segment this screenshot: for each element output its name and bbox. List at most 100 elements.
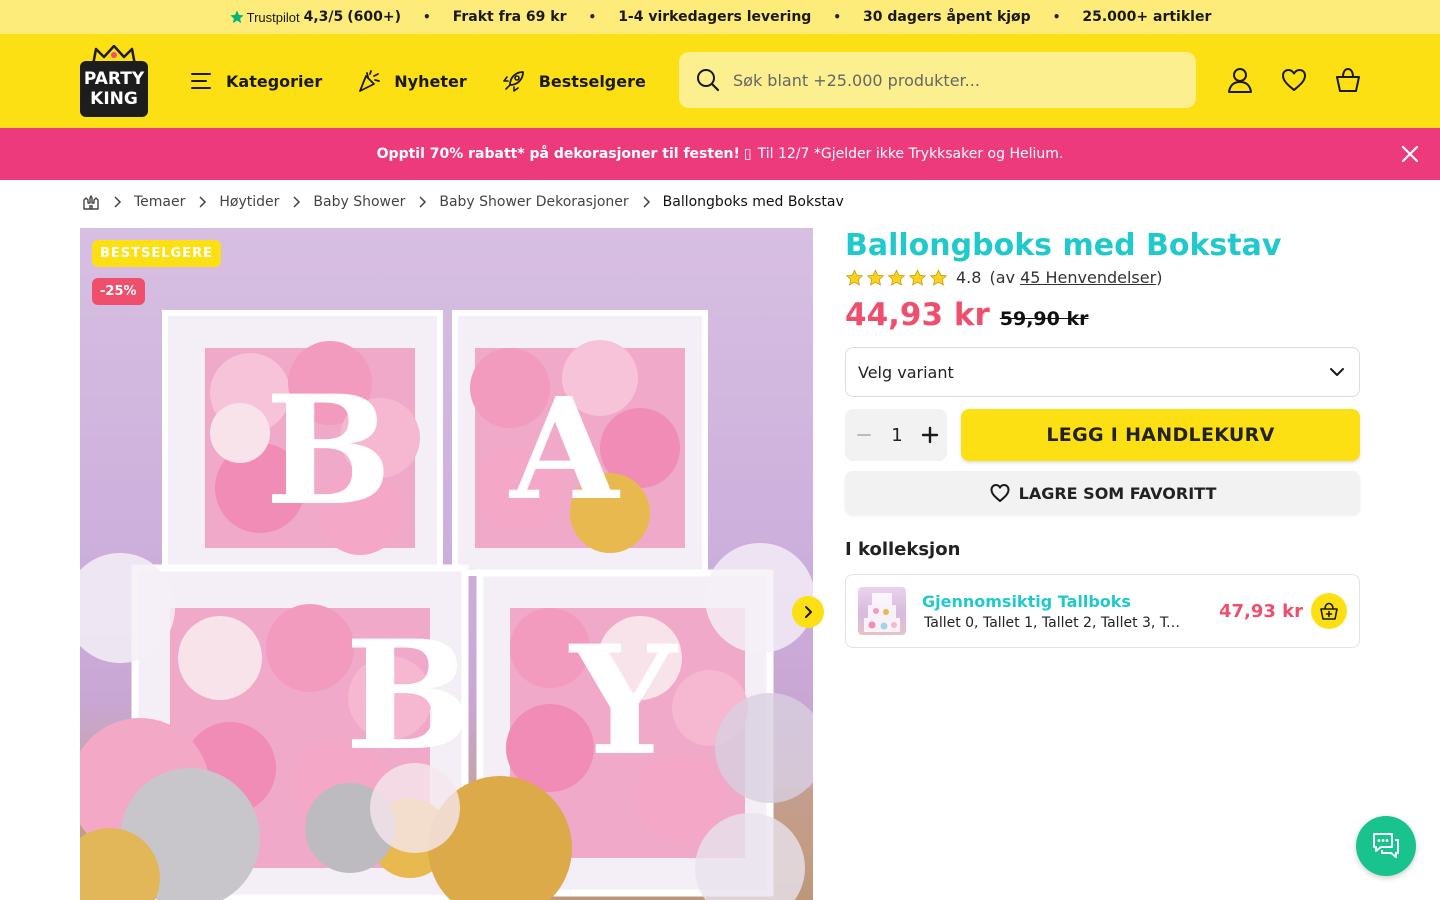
- product-title: Ballongboks med Bokstav: [845, 228, 1282, 263]
- separator-dot: •: [1052, 10, 1061, 24]
- old-price: 59,90 kr: [999, 308, 1089, 330]
- star-icon: [887, 269, 906, 286]
- save-favorite-button[interactable]: LAGRE SOM FAVORITT: [845, 471, 1360, 515]
- usp-returns: 30 dagers åpent kjøp: [863, 9, 1031, 25]
- nav-bestselgere[interactable]: Bestselgere: [501, 68, 646, 94]
- breadcrumb: Temaer Høytider Baby Shower Baby Shower …: [82, 193, 844, 211]
- collection-item[interactable]: Gjennomsiktig Tallboks Tallet 0, Tallet …: [845, 574, 1360, 648]
- variant-select[interactable]: Velg variant: [845, 347, 1360, 397]
- castle-icon[interactable]: [82, 193, 100, 211]
- chat-icon: [1373, 833, 1399, 858]
- collection-item-thumbnail: [858, 587, 906, 635]
- chevron-right-icon: [199, 196, 207, 208]
- menu-icon: [191, 73, 211, 89]
- confetti-icon: [359, 70, 381, 92]
- search-bar: [679, 52, 1196, 108]
- top-info-bar: Trustpilot 4,3/5 (600+) • Frakt fra 69 k…: [0, 0, 1440, 34]
- reviews-link[interactable]: 45 Henvendelser: [1020, 268, 1156, 287]
- promo-text: Til 12/7 *Gjelder ikke Trykksaker og Hel…: [757, 146, 1064, 162]
- breadcrumb-hoytider[interactable]: Høytider: [219, 194, 279, 210]
- party-king-logo[interactable]: PARTY KING: [80, 45, 148, 117]
- nav-nyheter-label: Nyheter: [394, 71, 467, 91]
- balloon-box-photo: B A B Y: [80, 310, 813, 900]
- nav-nyheter[interactable]: Nyheter: [356, 68, 467, 94]
- site-header: PARTY KING Kategorier Nyheter Bestselger…: [0, 34, 1440, 128]
- add-to-cart-button[interactable]: LEGG I HANDLEKURV: [961, 409, 1360, 461]
- product-image[interactable]: B A B Y BESTSELGERE -25%: [80, 228, 813, 900]
- collection-item-name[interactable]: Gjennomsiktig Tallboks: [922, 592, 1184, 611]
- breadcrumb-baby-shower[interactable]: Baby Shower: [313, 194, 405, 210]
- logo-line-2: KING: [90, 89, 138, 109]
- separator-dot: •: [423, 10, 431, 24]
- trustpilot-score: 4,3/5: [303, 9, 344, 25]
- close-icon[interactable]: [1398, 142, 1422, 166]
- chevron-down-icon: [1330, 368, 1344, 376]
- header-actions: [1224, 64, 1364, 96]
- account-button[interactable]: [1224, 64, 1256, 96]
- letter-b1: B: [265, 363, 392, 539]
- breadcrumb-temaer[interactable]: Temaer: [134, 194, 185, 210]
- collection-item-variants: Tallet 0, Tallet 1, Tallet 2, Tallet 3, …: [924, 614, 1184, 631]
- user-icon: [1228, 68, 1252, 93]
- letter-a: A: [508, 368, 621, 532]
- heart-icon: [1282, 69, 1306, 91]
- collection-item-price: 47,93 kr: [1218, 601, 1303, 622]
- collection-item-text: Gjennomsiktig Tallboks Tallet 0, Tallet …: [922, 592, 1184, 631]
- quantity-value[interactable]: 1: [891, 425, 902, 446]
- product-rating: 4.8 (av 45 Henvendelser): [845, 268, 1360, 287]
- rating-prefix: (av: [989, 268, 1015, 287]
- collection-add-to-cart-button[interactable]: [1311, 593, 1347, 629]
- save-favorite-label: LAGRE SOM FAVORITT: [1018, 483, 1217, 503]
- nav-kategorier[interactable]: Kategorier: [188, 68, 322, 94]
- favorites-button[interactable]: [1278, 64, 1310, 96]
- rating-suffix: ): [1156, 268, 1163, 287]
- collection-title: I kolleksjon: [845, 539, 961, 560]
- logo-line-1: PARTY: [83, 69, 145, 89]
- breadcrumb-current: Ballongboks med Bokstav: [662, 194, 844, 210]
- nav-kategorier-label: Kategorier: [226, 71, 323, 91]
- plus-icon: [921, 426, 939, 444]
- quantity-decrease-button[interactable]: [853, 424, 875, 446]
- trustpilot-logo: Trustpilot: [229, 9, 300, 25]
- star-icon: [929, 269, 948, 286]
- separator-dot: •: [588, 10, 597, 24]
- promo-banner: Opptil 70% rabatt* på dekorasjoner til f…: [0, 128, 1440, 180]
- letter-b2: B: [345, 608, 472, 784]
- chevron-right-icon: [643, 196, 650, 208]
- trustpilot-brand: Trustpilot: [246, 9, 300, 25]
- chevron-right-icon: [114, 196, 122, 208]
- rating-stars: [845, 269, 948, 286]
- discount-badge: -25%: [92, 278, 145, 305]
- trustpilot-rating[interactable]: Trustpilot 4,3/5 (600+): [229, 9, 401, 25]
- nav-bestselgere-label: Bestselgere: [538, 71, 646, 91]
- rating-value: 4.8: [956, 268, 982, 287]
- usp-delivery: 1-4 virkedagers levering: [618, 9, 812, 25]
- gallery-next-button[interactable]: [792, 596, 824, 628]
- product-info: Ballongboks med Bokstav 4.8 (av 45 Henve…: [845, 228, 1360, 648]
- chevron-right-icon: [419, 196, 427, 208]
- search-input[interactable]: [733, 70, 1180, 90]
- usp-articles: 25.000+ artikler: [1082, 9, 1212, 25]
- quantity-increase-button[interactable]: [919, 424, 941, 446]
- heart-icon: [990, 484, 1010, 502]
- chevron-right-icon: [805, 606, 812, 618]
- letter-y: Y: [568, 613, 679, 789]
- variant-select-label: Velg variant: [858, 362, 954, 382]
- trustpilot-star-icon: [229, 10, 244, 24]
- quantity-stepper: 1: [845, 409, 947, 461]
- number-box-photo: [864, 593, 900, 632]
- basket-add-icon: [1320, 602, 1338, 620]
- chat-button[interactable]: [1356, 816, 1416, 876]
- promo-glyph: ▯: [743, 146, 752, 162]
- breadcrumb-dekorasjoner[interactable]: Baby Shower Dekorasjoner: [439, 194, 628, 210]
- cart-button[interactable]: [1332, 64, 1364, 96]
- search-icon[interactable]: [695, 67, 721, 93]
- separator-dot: •: [833, 10, 841, 24]
- logo-wordmark: PARTY KING: [80, 61, 148, 117]
- rating-count: (av 45 Henvendelser): [989, 268, 1162, 287]
- chevron-right-icon: [293, 196, 301, 208]
- price-row: 44,93 kr 59,90 kr: [845, 297, 1360, 333]
- basket-icon: [1336, 67, 1360, 92]
- trustpilot-count: (600+): [347, 9, 402, 25]
- main-nav: Kategorier Nyheter Bestselgere: [188, 68, 646, 94]
